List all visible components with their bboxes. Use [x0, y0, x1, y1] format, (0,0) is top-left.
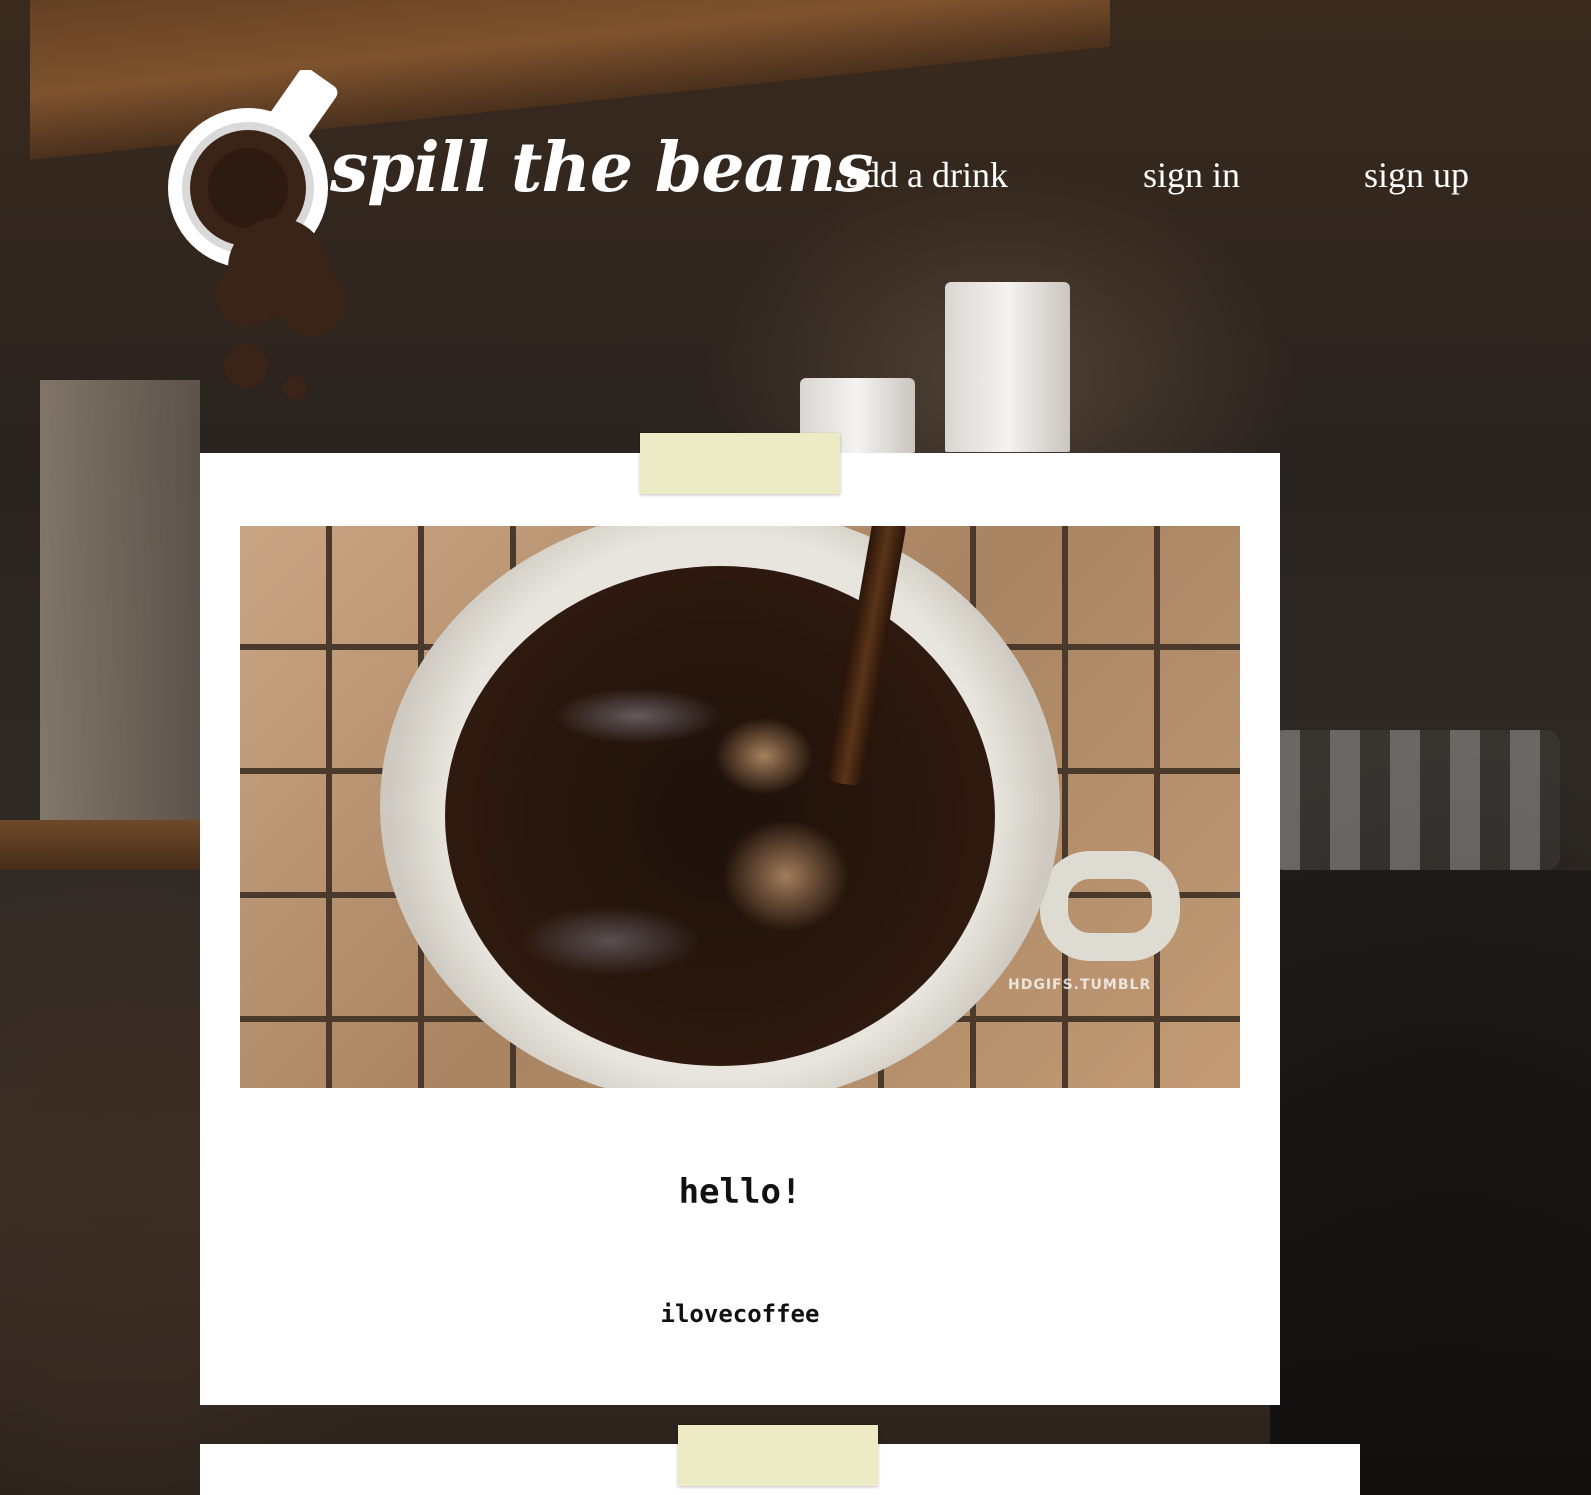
photo-watermark: HDGIFS.TUMBLR — [1008, 977, 1152, 993]
coffee-surface — [445, 566, 995, 1066]
tape-decoration — [678, 1425, 878, 1486]
background-wall — [40, 380, 200, 820]
background-shelf-lower — [0, 820, 200, 870]
username-label: ilovecoffee — [660, 1300, 820, 1328]
profile-photo: HDGIFS.TUMBLR — [240, 526, 1240, 1088]
nav-sign-up[interactable]: sign up — [1364, 154, 1469, 196]
nav-sign-in[interactable]: sign in — [1143, 154, 1240, 196]
mug-handle — [1040, 851, 1180, 961]
greeting-heading: hello! — [678, 1172, 802, 1212]
background-paper-cup — [945, 282, 1070, 452]
tape-decoration — [640, 433, 840, 494]
coffee-cup-spill-icon[interactable] — [160, 67, 370, 410]
brand-title[interactable]: spill the beans — [330, 128, 873, 208]
background-espresso-machine — [1270, 870, 1591, 1495]
nav-add-drink[interactable]: add a drink — [846, 154, 1008, 196]
background-glasses — [1270, 730, 1560, 870]
